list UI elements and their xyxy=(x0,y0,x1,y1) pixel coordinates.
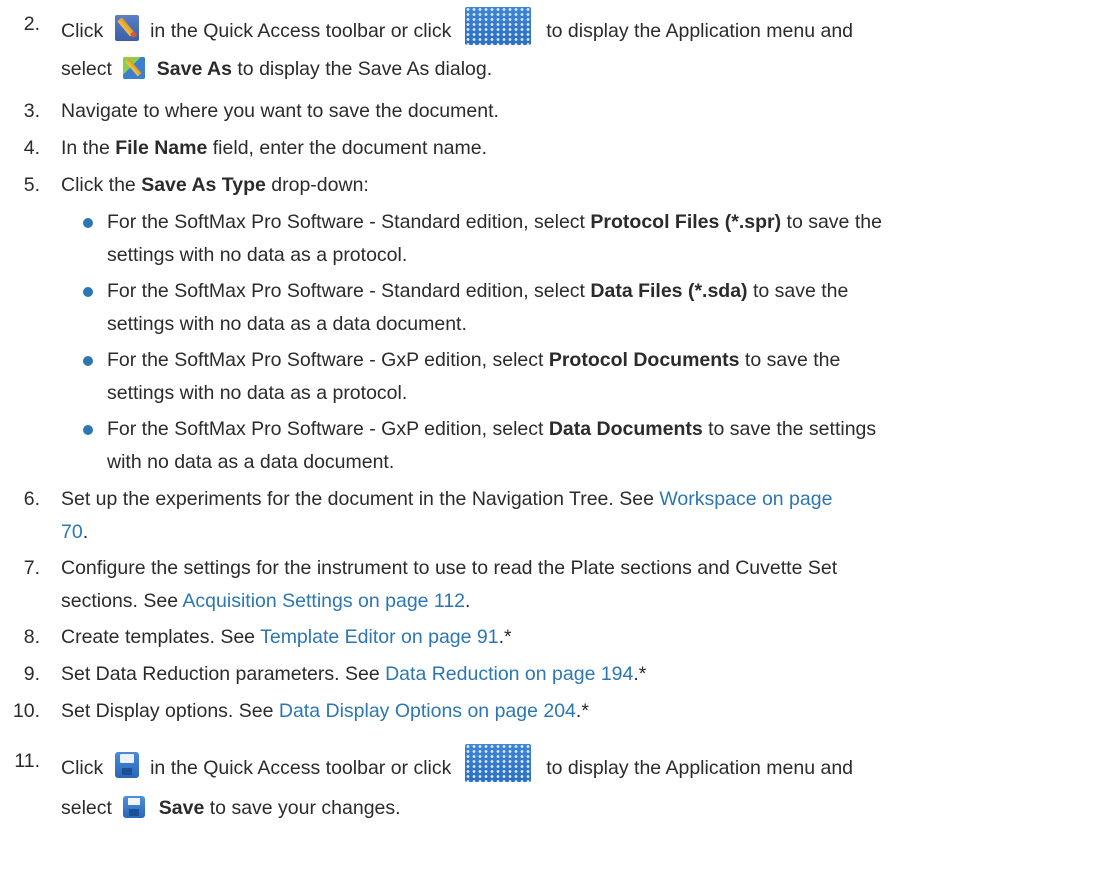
step-number: 7. xyxy=(23,557,40,579)
step-text: Click the xyxy=(61,174,142,196)
link-workspace-page[interactable]: 70 xyxy=(61,521,83,543)
step-text: .* xyxy=(498,626,512,648)
save-as-menu-icon xyxy=(123,57,146,79)
save-icon xyxy=(114,752,139,778)
bullet-text: to save the settings xyxy=(702,418,877,440)
link-template-editor[interactable]: Template Editor on page 91 xyxy=(260,626,499,648)
bullet-text: For the SoftMax Pro Software - GxP editi… xyxy=(107,418,549,440)
link-data-display-options[interactable]: Data Display Options on page 204 xyxy=(279,700,576,722)
link-workspace[interactable]: Workspace on page xyxy=(659,488,832,510)
bullet-text: settings with no data as a protocol. xyxy=(107,244,408,266)
step-text: Create templates. See xyxy=(61,626,261,648)
step-text: .* xyxy=(575,700,589,722)
bullet-text: settings with no data as a protocol. xyxy=(107,382,408,404)
step-text: drop-down: xyxy=(265,174,369,196)
step-text: to display the Save As dialog. xyxy=(237,58,493,80)
step-number: 3. xyxy=(23,100,40,122)
step-text: Click xyxy=(61,757,104,779)
bullet-text: to save the xyxy=(739,349,841,371)
bullet-text: For the SoftMax Pro Software - GxP editi… xyxy=(107,349,549,371)
step-number: 2. xyxy=(23,13,40,35)
step-text: Set Display options. See xyxy=(61,700,279,722)
link-data-reduction[interactable]: Data Reduction on page 194 xyxy=(385,663,633,685)
save-as-icon xyxy=(114,15,139,41)
bullet-text: with no data as a data document. xyxy=(107,451,395,473)
step-number: 8. xyxy=(23,626,40,648)
option-name: Data Documents xyxy=(548,418,703,440)
step-text: Navigate to where you want to save the d… xyxy=(61,100,499,122)
step-text: to display the Application menu and xyxy=(546,757,854,779)
step-text: to display the Application menu and xyxy=(546,20,854,42)
step-number: 10. xyxy=(12,700,40,722)
option-name: Data Files (*.sda) xyxy=(590,280,748,302)
field-name-save-as-type: Save As Type xyxy=(141,174,266,196)
application-menu-icon xyxy=(464,7,531,45)
step-text: . xyxy=(465,590,471,612)
document-page: 2. Click in the Quick Access toolbar or … xyxy=(0,0,1118,871)
menu-command-save: Save xyxy=(158,797,205,819)
step-text: In the xyxy=(61,137,116,159)
step-text: Set up the experiments for the document … xyxy=(61,488,660,510)
step-text: in the Quick Access toolbar or click xyxy=(150,757,452,779)
step-text: select xyxy=(61,58,112,80)
link-acquisition-settings[interactable]: Acquisition Settings on page 112 xyxy=(182,590,465,612)
step-number: 6. xyxy=(23,488,40,510)
bullet-icon xyxy=(83,425,93,435)
step-text: . xyxy=(82,521,89,543)
step-text: sections. See xyxy=(61,590,183,612)
step-text: Configure the settings for the instrumen… xyxy=(61,557,838,579)
bullet-text: For the SoftMax Pro Software - Standard … xyxy=(107,211,591,233)
step-number: 5. xyxy=(23,174,40,196)
application-menu-icon xyxy=(464,744,531,782)
step-number: 4. xyxy=(23,137,40,159)
bullet-text: to save the xyxy=(747,280,849,302)
step-text: .* xyxy=(633,663,647,685)
option-name: Protocol Files (*.spr) xyxy=(590,211,782,233)
step-number: 11. xyxy=(14,750,40,772)
bullet-text: settings with no data as a data document… xyxy=(107,313,467,335)
step-text: in the Quick Access toolbar or click xyxy=(150,20,452,42)
step-text: to save your changes. xyxy=(209,797,401,819)
step-text: field, enter the document name. xyxy=(207,137,488,159)
bullet-text: to save the xyxy=(781,211,882,233)
step-text: Set Data Reduction parameters. See xyxy=(61,663,386,685)
menu-command-save-as: Save As xyxy=(156,58,232,80)
bullet-text: For the SoftMax Pro Software - Standard … xyxy=(107,280,591,302)
step-number: 9. xyxy=(23,663,40,685)
save-menu-icon xyxy=(123,796,146,818)
bullet-icon xyxy=(83,218,93,228)
bullet-icon xyxy=(83,287,93,297)
option-name: Protocol Documents xyxy=(548,349,740,371)
step-text: select xyxy=(61,797,112,819)
step-text: Click xyxy=(61,20,104,42)
field-name-file-name: File Name xyxy=(115,137,208,159)
bullet-icon xyxy=(83,356,93,366)
